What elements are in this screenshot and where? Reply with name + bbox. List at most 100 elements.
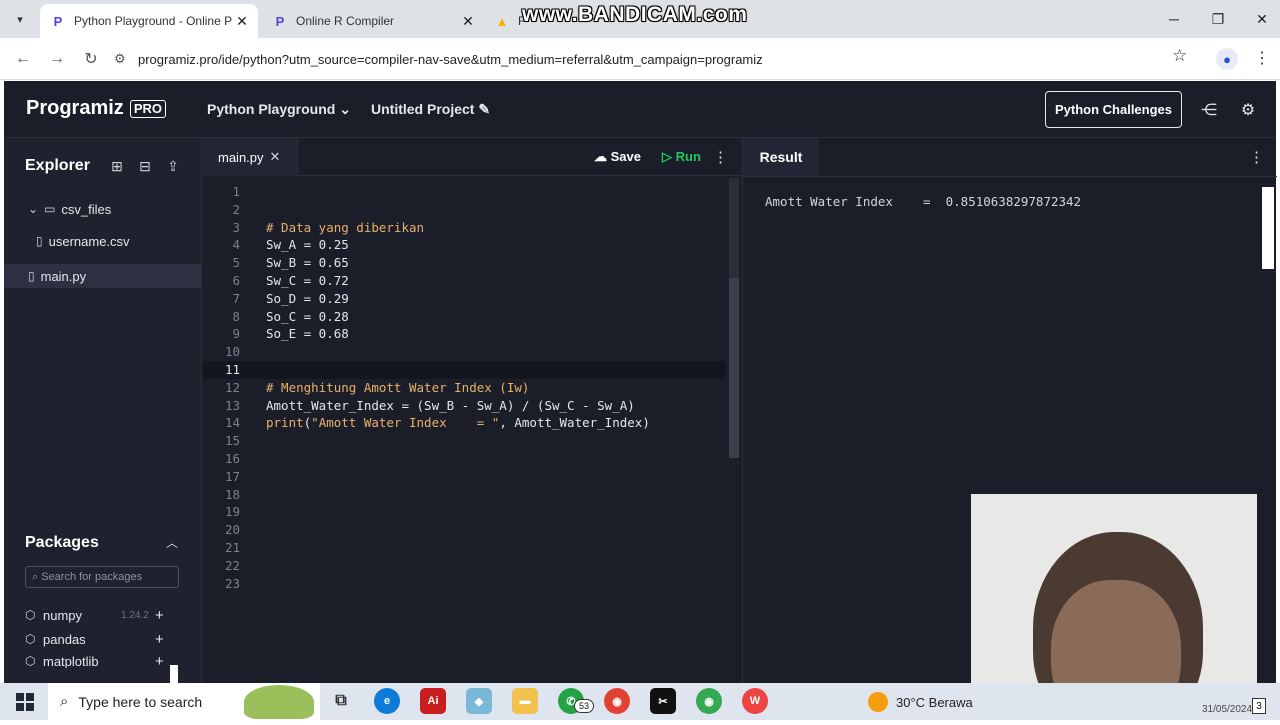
edge-browser-icon[interactable]: e (374, 688, 400, 714)
code-line[interactable]: 20 (202, 521, 726, 539)
package-item-matplotlib[interactable]: ⬡ matplotlib + (25, 654, 175, 668)
code-line[interactable]: 6 Sw_C = 0.72 (202, 272, 726, 290)
code-line[interactable]: 21 (202, 539, 726, 557)
share-icon[interactable]: ⋲ (1198, 99, 1220, 121)
code-line[interactable]: 3 # Data yang diberikan (202, 219, 726, 237)
tab-close-icon[interactable]: ✕ (232, 13, 252, 30)
forward-icon[interactable]: → (44, 46, 70, 72)
run-button[interactable]: ▷ Run (662, 149, 701, 165)
taskbar-search-box[interactable]: ⌕ Type here to search (48, 683, 320, 720)
chevron-up-icon[interactable]: ︿ (166, 534, 178, 551)
code-line[interactable]: 13 Amott_Water_Index = (Sw_B - Sw_A) / (S… (202, 397, 726, 415)
code-line[interactable]: 18 (202, 486, 726, 504)
close-icon[interactable]: ✕ (270, 149, 281, 165)
code-line[interactable]: 7 So_D = 0.29 (202, 290, 726, 308)
code-line[interactable]: 12 # Menghitung Amott Water Index (Iw) (202, 379, 726, 397)
add-package-icon[interactable]: + (155, 631, 164, 648)
windows-start-icon[interactable] (16, 693, 34, 711)
code-line[interactable]: 16 (202, 450, 726, 468)
window-close-icon[interactable]: ✕ (1240, 0, 1280, 38)
play-icon: ▷ (662, 149, 676, 164)
task-view-icon[interactable]: ⧉ (328, 688, 354, 714)
url-bar[interactable]: ⚙ programiz.pro/ide/python?utm_source=co… (114, 44, 1214, 74)
project-name[interactable]: Untitled Project ✎ (371, 101, 490, 118)
code-line[interactable]: 22 (202, 557, 726, 575)
add-package-icon[interactable]: + (155, 654, 164, 668)
address-toolbar: ← → ↻ ⚙ programiz.pro/ide/python?utm_sou… (0, 38, 1280, 80)
recorder-watermark: www.BANDICAM.com (522, 3, 748, 26)
code-line[interactable]: 15 (202, 432, 726, 450)
line-number: 15 (224, 433, 240, 449)
upload-icon[interactable]: ⇪ (164, 157, 182, 175)
save-button[interactable]: ☁ Save (594, 149, 641, 165)
editor-menu-icon[interactable]: ⋮ (713, 148, 728, 166)
line-number: 4 (232, 237, 240, 253)
package-item-pandas[interactable]: ⬡ pandas + (25, 629, 175, 649)
tab-close-icon[interactable]: ✕ (458, 13, 478, 30)
python-challenges-button[interactable]: Python Challenges (1045, 91, 1182, 128)
capcut-icon[interactable]: ✂ (650, 688, 676, 714)
line-number: 21 (224, 540, 240, 555)
pencil-icon[interactable]: ✎ (478, 101, 490, 117)
new-file-icon[interactable]: ⊞ (108, 157, 126, 175)
code-line[interactable]: 4 Sw_A = 0.25 (202, 236, 726, 254)
notification-count[interactable]: 3 (1252, 698, 1266, 714)
code-line[interactable]: 23 (202, 575, 726, 593)
code-line[interactable]: 9 So_E = 0.68 (202, 325, 726, 343)
bookmark-star-icon[interactable]: ☆ (1172, 46, 1187, 66)
profile-avatar-icon[interactable]: ● (1216, 48, 1238, 70)
windows-taskbar: ⌕ Type here to search ⧉ e Ai ◆ ▬ ✆ ◉ ✂ ◉… (0, 683, 1280, 720)
wps-office-icon[interactable]: W (742, 688, 768, 714)
app-icon[interactable]: ◆ (466, 688, 492, 714)
line-number: 17 (224, 468, 240, 484)
line-source: print("Amott Water Index = ", Amott_Wate… (266, 415, 650, 431)
editor-tab-main-py[interactable]: main.py ✕ (202, 138, 298, 176)
search-highlight-art (244, 685, 314, 719)
browser-menu-icon[interactable]: ⋮ (1254, 48, 1270, 68)
tree-folder-csv-files[interactable]: ⌄ ▭ csv_files (28, 197, 111, 221)
chrome-icon[interactable]: ◉ (604, 688, 630, 714)
package-cube-icon: ⬡ (25, 654, 36, 668)
result-scrollbar[interactable] (1262, 187, 1274, 269)
browser-tab-drive[interactable]: ▲ F (484, 4, 524, 38)
result-title: Result (743, 138, 819, 176)
code-line[interactable]: 11 (202, 361, 726, 379)
back-icon[interactable]: ← (10, 46, 36, 72)
result-menu-icon[interactable]: ⋮ (1249, 148, 1264, 166)
package-item-numpy[interactable]: ⬡ numpy 1.24.2 + (25, 605, 175, 625)
playground-dropdown[interactable]: Python Playground ⌄ (207, 101, 351, 118)
minimize-icon[interactable]: ─ (1152, 0, 1196, 38)
editor-scrollbar[interactable] (729, 178, 739, 458)
tree-file-main-py[interactable]: ▯ main.py (4, 264, 201, 288)
code-line[interactable]: 19 (202, 503, 726, 521)
code-line[interactable]: 14 print("Amott Water Index = ", Amott_Wa… (202, 414, 726, 432)
browser-tab-r-compiler[interactable]: P Online R Compiler ✕ (262, 4, 484, 38)
new-folder-icon[interactable]: ⊟ (136, 157, 154, 175)
programiz-logo[interactable]: Programiz PRO (26, 97, 166, 120)
browser-tab-strip: ▾ P Python Playground - Online Py ✕ P On… (0, 0, 1280, 38)
adobe-illustrator-icon[interactable]: Ai (420, 688, 446, 714)
taskbar-date[interactable]: 31/05/2024 (1202, 704, 1252, 715)
code-line[interactable]: 8 So_C = 0.28 (202, 308, 726, 326)
browser-tab-python-playground[interactable]: P Python Playground - Online Py ✕ (40, 4, 258, 38)
add-package-icon[interactable]: + (155, 607, 164, 624)
scrollbar-thumb[interactable] (729, 278, 739, 458)
tree-file-username-csv[interactable]: ▯ username.csv (36, 229, 130, 253)
code-line[interactable]: 10 (202, 343, 726, 361)
line-source: Sw_C = 0.72 (266, 273, 349, 288)
code-line[interactable]: 1 (202, 183, 726, 201)
weather-widget[interactable]: 30°C Berawa (868, 692, 973, 712)
chrome-profile-icon[interactable]: ◉ (696, 688, 722, 714)
site-settings-icon[interactable]: ⚙ (114, 51, 138, 67)
package-search-input[interactable]: ⌕ Search for packages (25, 566, 179, 588)
file-explorer-icon[interactable]: ▬ (512, 688, 538, 714)
settings-gear-icon[interactable]: ⚙ (1237, 99, 1259, 121)
code-line[interactable]: 17 (202, 468, 726, 486)
restore-icon[interactable]: ❐ (1196, 0, 1240, 38)
code-line[interactable]: 5 Sw_B = 0.65 (202, 254, 726, 272)
tab-search-chevron-icon[interactable]: ▾ (8, 8, 32, 30)
folder-icon: ▭ (44, 202, 56, 216)
code-line[interactable]: 2 (202, 201, 726, 219)
search-icon: ⌕ (32, 570, 42, 583)
reload-icon[interactable]: ↻ (78, 46, 104, 72)
